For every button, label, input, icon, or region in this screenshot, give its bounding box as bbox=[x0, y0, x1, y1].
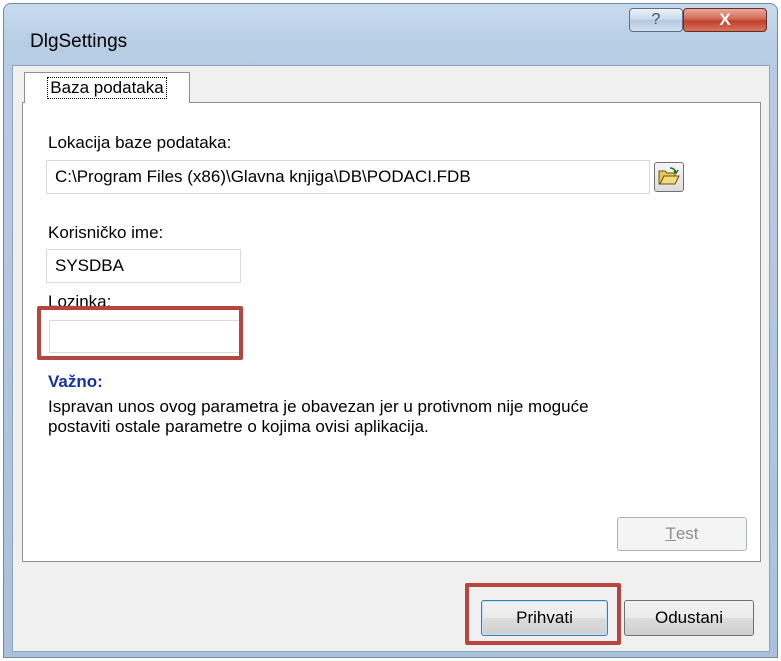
open-folder-icon bbox=[658, 167, 680, 185]
important-note-line-1: Ispravan unos ovog parametra je obavezan… bbox=[48, 397, 589, 416]
cancel-button[interactable]: Odustani bbox=[624, 600, 754, 636]
important-heading: Važno: bbox=[48, 372, 103, 391]
important-note: Ispravan unos ovog parametra je obavezan… bbox=[48, 397, 589, 437]
test-button[interactable]: Test bbox=[617, 517, 747, 551]
help-button[interactable]: ? bbox=[629, 8, 683, 32]
test-button-mnemonic: T bbox=[665, 524, 676, 543]
database-location-label: Lokacija baze podataka: bbox=[48, 133, 232, 152]
help-icon: ? bbox=[651, 11, 661, 28]
important-note-line-2: postaviti ostale parametre o kojima ovis… bbox=[48, 417, 429, 436]
browse-button[interactable] bbox=[654, 162, 684, 192]
username-label: Korisničko ime: bbox=[48, 223, 164, 242]
window-title: DlgSettings bbox=[30, 31, 128, 52]
tab-database[interactable]: Baza podataka bbox=[24, 72, 190, 103]
database-location-input[interactable] bbox=[46, 160, 650, 194]
accept-button[interactable]: Prihvati bbox=[481, 600, 608, 636]
tab-panel-database: Lokacija baze podataka: Korisničko ime: … bbox=[22, 102, 761, 562]
dialog-client-area: Baza podataka Lokacija baze podataka: Ko… bbox=[12, 65, 770, 652]
password-label-rest: ozinka: bbox=[57, 292, 112, 311]
dialog-window: DlgSettings ? X Baza podataka Lokacija b… bbox=[3, 3, 778, 658]
close-icon: X bbox=[719, 10, 731, 29]
test-button-rest: est bbox=[675, 524, 699, 543]
username-input[interactable] bbox=[46, 249, 241, 283]
tab-database-label: Baza podataka bbox=[47, 77, 167, 99]
password-label: Lozinka: bbox=[48, 292, 111, 312]
password-input[interactable] bbox=[49, 320, 242, 353]
close-button[interactable]: X bbox=[683, 8, 767, 32]
